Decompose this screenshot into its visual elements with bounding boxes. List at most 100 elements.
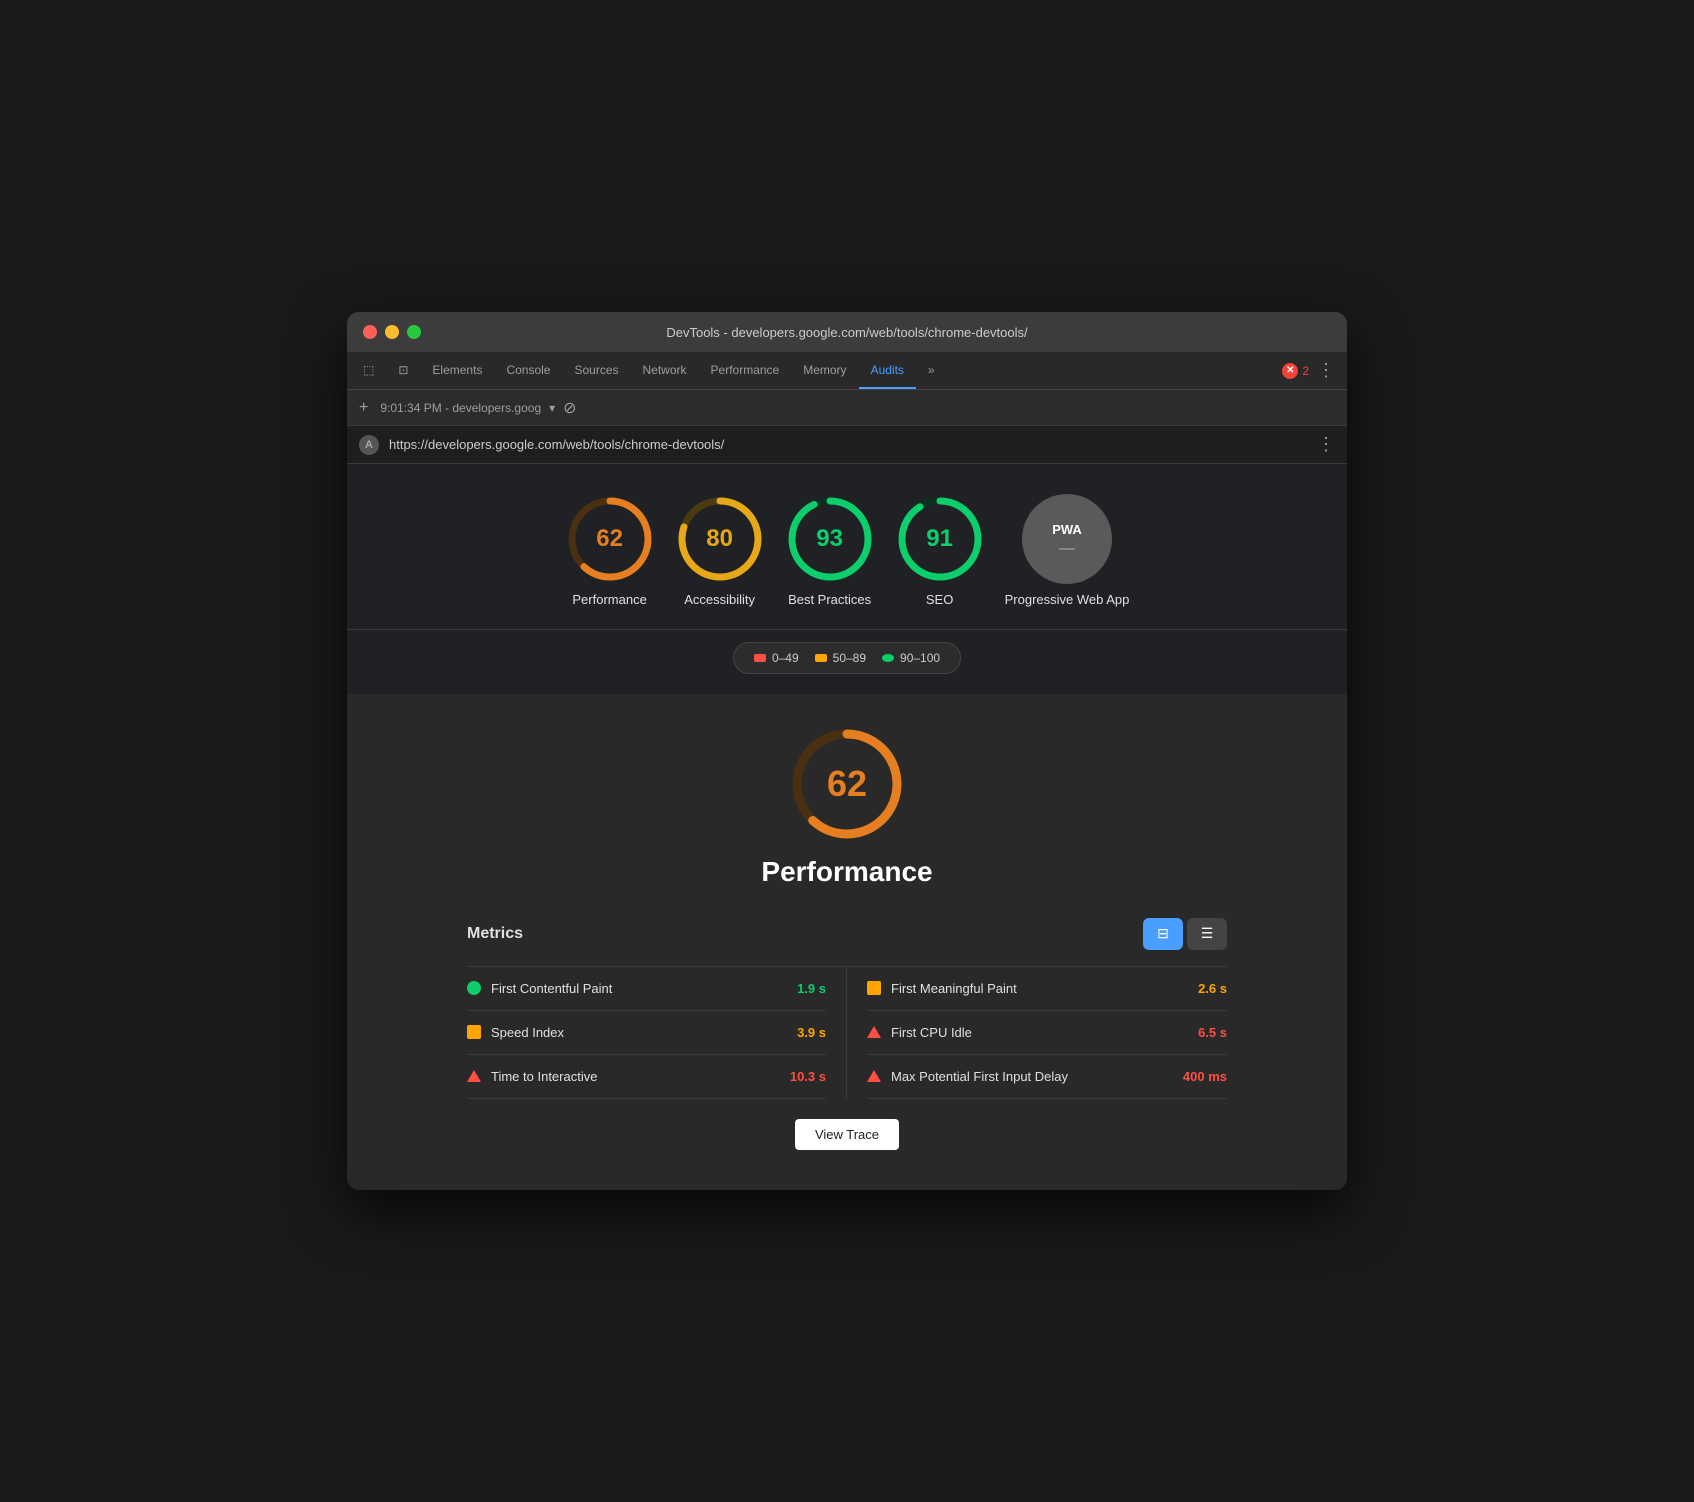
- tab-memory-label: Memory: [803, 363, 846, 377]
- performance-score-value: 62: [596, 525, 623, 553]
- metric-mpfid-icon: [867, 1070, 881, 1082]
- score-item-best-practices: 93 Best Practices: [785, 494, 875, 609]
- maximize-button[interactable]: [407, 325, 421, 339]
- traffic-lights: [363, 325, 421, 339]
- best-practices-label: Best Practices: [788, 592, 871, 609]
- tab-elements[interactable]: Elements: [420, 352, 494, 389]
- metric-fci-value: 6.5 s: [1198, 1025, 1227, 1040]
- seo-circle: 91: [895, 494, 985, 584]
- devtools-more-icon[interactable]: ⋮: [1317, 360, 1335, 381]
- score-overview: 62 Performance 80 Accessibility: [347, 464, 1347, 630]
- legend-average-range: 50–89: [833, 651, 866, 665]
- view-toggle: ⊟ ☰: [1143, 918, 1227, 950]
- metric-mpfid-value: 400 ms: [1183, 1069, 1227, 1084]
- tab-console-label: Console: [506, 363, 550, 377]
- accessibility-score-value: 80: [706, 525, 733, 553]
- tab-performance[interactable]: Performance: [699, 352, 792, 389]
- dropdown-icon[interactable]: ▾: [549, 401, 555, 415]
- toggle-list-button[interactable]: ☰: [1187, 918, 1227, 950]
- tabs-right: ✕ 2 ⋮: [1282, 352, 1343, 389]
- view-trace-area: View Trace: [427, 1099, 1267, 1150]
- devtools-tabs: ⬚ ⊡ Elements Console Sources Network Per…: [347, 352, 1347, 390]
- performance-detail-section: 62 Performance Metrics ⊟ ☰: [347, 694, 1347, 1190]
- metric-row-fci: First CPU Idle 6.5 s: [867, 1011, 1227, 1055]
- error-badge[interactable]: ✕ 2: [1282, 363, 1309, 379]
- metrics-right-column: First Meaningful Paint 2.6 s First CPU I…: [847, 967, 1227, 1099]
- legend-pass-range: 90–100: [900, 651, 940, 665]
- score-item-accessibility: 80 Accessibility: [675, 494, 765, 609]
- metrics-grid: First Contentful Paint 1.9 s Speed Index…: [467, 967, 1227, 1099]
- metrics-section: Metrics ⊟ ☰: [427, 918, 1267, 1099]
- pwa-label: PWA: [1052, 522, 1082, 537]
- url-more-icon[interactable]: ⋮: [1317, 434, 1335, 455]
- performance-large-circle: 62: [787, 724, 907, 844]
- metric-si-icon: [467, 1025, 481, 1039]
- tab-audits[interactable]: Audits: [859, 352, 916, 389]
- tab-memory[interactable]: Memory: [791, 352, 858, 389]
- main-content: 62 Performance 80 Accessibility: [347, 464, 1347, 1190]
- metric-si-value: 3.9 s: [797, 1025, 826, 1040]
- legend-fail-dot: [754, 654, 766, 662]
- metric-fci-name: First CPU Idle: [891, 1025, 1188, 1040]
- dock-icon: ⊡: [398, 363, 408, 377]
- favicon-letter: A: [365, 439, 373, 451]
- grid-icon: ⊟: [1157, 925, 1169, 942]
- tab-dock-icon[interactable]: ⊡: [386, 352, 420, 389]
- metric-tti-value: 10.3 s: [790, 1069, 826, 1084]
- tab-sources[interactable]: Sources: [562, 352, 630, 389]
- metric-tti-name: Time to Interactive: [491, 1069, 780, 1084]
- tab-network-label: Network: [643, 363, 687, 377]
- legend-pill: 0–49 50–89 90–100: [733, 642, 961, 674]
- tab-more[interactable]: »: [916, 352, 947, 389]
- pwa-section-label: Progressive Web App: [1005, 592, 1130, 609]
- tab-performance-label: Performance: [711, 363, 780, 377]
- performance-circle: 62: [565, 494, 655, 584]
- tab-sources-label: Sources: [574, 363, 618, 377]
- metric-si-name: Speed Index: [491, 1025, 787, 1040]
- metric-row-fcp: First Contentful Paint 1.9 s: [467, 967, 826, 1011]
- performance-large-score: 62: [827, 763, 867, 805]
- seo-score-value: 91: [926, 525, 953, 553]
- toggle-grid-button[interactable]: ⊟: [1143, 918, 1183, 950]
- add-tab-icon[interactable]: +: [355, 395, 372, 421]
- close-button[interactable]: [363, 325, 377, 339]
- view-trace-button[interactable]: View Trace: [795, 1119, 899, 1150]
- metric-fcp-value: 1.9 s: [797, 981, 826, 996]
- list-icon: ☰: [1201, 925, 1214, 942]
- legend-pass-dot: [882, 654, 894, 662]
- legend-item-fail: 0–49: [754, 651, 799, 665]
- legend-item-pass: 90–100: [882, 651, 940, 665]
- tab-console[interactable]: Console: [494, 352, 562, 389]
- cursor-icon: ⬚: [363, 363, 374, 377]
- accessibility-circle: 80: [675, 494, 765, 584]
- score-item-performance: 62 Performance: [565, 494, 655, 609]
- metric-row-mpfid: Max Potential First Input Delay 400 ms: [867, 1055, 1227, 1099]
- metric-fmp-name: First Meaningful Paint: [891, 981, 1188, 996]
- metrics-header: Metrics ⊟ ☰: [467, 918, 1227, 950]
- session-label: 9:01:34 PM - developers.goog: [380, 401, 541, 415]
- metric-row-si: Speed Index 3.9 s: [467, 1011, 826, 1055]
- metric-fmp-icon: [867, 981, 881, 995]
- stop-recording-icon[interactable]: ⊘: [563, 398, 576, 418]
- error-count: 2: [1302, 364, 1309, 378]
- performance-section-title: Performance: [761, 856, 932, 888]
- metric-row-tti: Time to Interactive 10.3 s: [467, 1055, 826, 1099]
- metric-fcp-icon: [467, 981, 481, 995]
- minimize-button[interactable]: [385, 325, 399, 339]
- metric-fci-icon: [867, 1026, 881, 1038]
- metric-fcp-name: First Contentful Paint: [491, 981, 787, 996]
- title-bar: DevTools - developers.google.com/web/too…: [347, 312, 1347, 352]
- browser-window: DevTools - developers.google.com/web/too…: [347, 312, 1347, 1190]
- pwa-dash: —: [1059, 541, 1075, 557]
- more-tabs-icon: »: [928, 363, 935, 377]
- metric-tti-icon: [467, 1070, 481, 1082]
- url-bar: A https://developers.google.com/web/tool…: [347, 426, 1347, 464]
- legend-fail-range: 0–49: [772, 651, 799, 665]
- performance-title-area: 62 Performance: [427, 724, 1267, 888]
- metrics-title: Metrics: [467, 925, 523, 943]
- tab-cursor-icon[interactable]: ⬚: [351, 352, 386, 389]
- legend-average-dot: [815, 654, 827, 662]
- tab-network[interactable]: Network: [631, 352, 699, 389]
- favicon: A: [359, 435, 379, 455]
- url-text: https://developers.google.com/web/tools/…: [389, 437, 1307, 452]
